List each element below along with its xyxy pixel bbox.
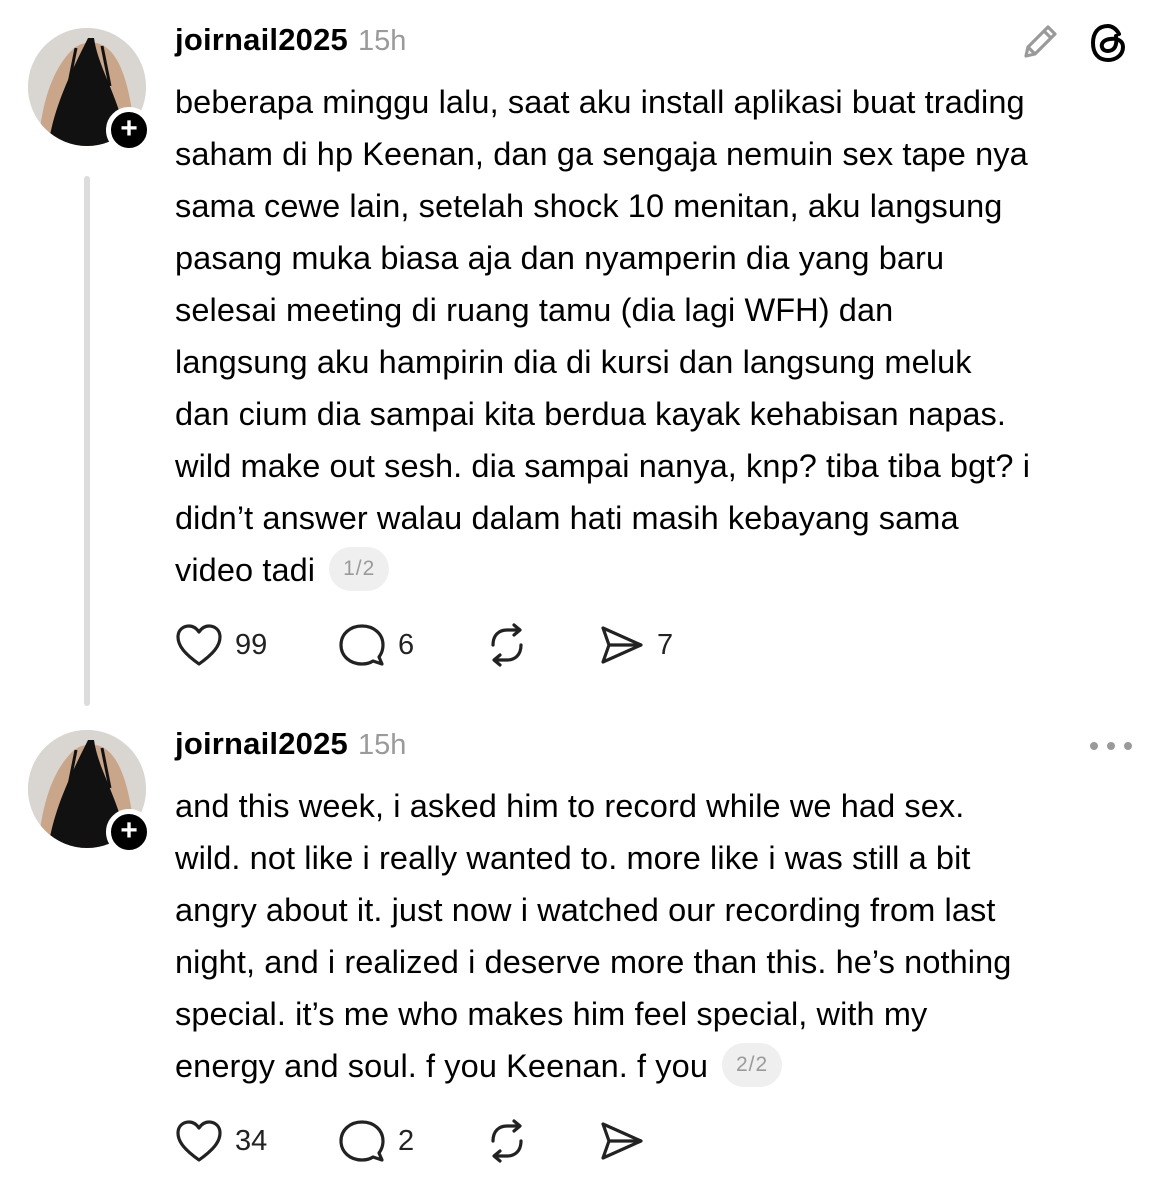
share-button[interactable]: 7 [597, 620, 673, 670]
reply-count: 6 [398, 628, 415, 661]
username[interactable]: joirnail2025 [175, 726, 348, 762]
like-count: 99 [235, 628, 268, 661]
share-count: 7 [657, 628, 674, 661]
reply-button[interactable]: 2 [338, 1116, 414, 1166]
like-button[interactable]: 34 [175, 1116, 267, 1166]
repost-icon [491, 623, 523, 667]
post-text-line: selesai meeting di ruang tamu (dia lagi … [175, 292, 894, 328]
comment-icon [339, 624, 385, 666]
post-text-line: wild make out sesh. dia sampai nanya, kn… [175, 448, 1031, 484]
send-icon [601, 626, 643, 664]
post-text-line: beberapa minggu lalu, saat aku install a… [175, 84, 1025, 120]
share-button[interactable] [597, 1116, 645, 1166]
post-text-line: and this week, i asked him to record whi… [175, 788, 965, 824]
thread-pager-badge: 2/2 [722, 1043, 783, 1088]
post-text: and this week, i asked him to record whi… [175, 780, 1150, 1092]
pencil-icon[interactable] [1018, 20, 1062, 69]
username[interactable]: joirnail2025 [175, 22, 348, 58]
repost-button[interactable] [483, 1116, 531, 1166]
like-button[interactable]: 99 [175, 620, 267, 670]
timestamp: 15h [358, 25, 407, 57]
like-count: 34 [235, 1124, 268, 1157]
repost-icon [491, 1119, 523, 1163]
post-text-line: saham di hp Keenan, dan ga sengaja nemui… [175, 136, 1028, 172]
post-text-line: video tadi [175, 552, 316, 588]
post-text-line: energy and soul. f you Keenan. f you [175, 1048, 708, 1084]
follow-plus-button[interactable]: + [106, 107, 152, 153]
post-text-line: angry about it. just now i watched our r… [175, 892, 996, 928]
post-text-line: didn’t answer walau dalam hati masih keb… [175, 500, 959, 536]
post-text-line: pasang muka biasa aja dan nyamperin dia … [175, 240, 945, 276]
post-text-line-last: video tadi 1/2 [175, 544, 1150, 596]
post-text: beberapa minggu lalu, saat aku install a… [175, 76, 1150, 596]
reply-button[interactable]: 6 [338, 620, 414, 670]
thread-post-2: + joirnail2025 15h and this week, i aske… [0, 700, 1174, 1200]
send-icon [601, 1122, 643, 1160]
threads-logo-icon[interactable] [1086, 20, 1132, 71]
follow-plus-button[interactable]: + [106, 809, 152, 855]
comment-icon [339, 1120, 385, 1162]
post-text-line-last: energy and soul. f you Keenan. f you 2/2 [175, 1040, 1150, 1092]
thread-post-1: + joirnail2025 15h beberapa minggu lalu,… [0, 0, 1174, 706]
heart-icon [176, 1120, 222, 1162]
thread-pager-badge: 1/2 [329, 547, 390, 592]
heart-icon [176, 624, 222, 666]
thread-connector-line [84, 176, 90, 706]
post-text-line: langsung aku hampirin dia di kursi dan l… [175, 344, 972, 380]
repost-button[interactable] [483, 620, 531, 670]
reply-count: 2 [398, 1124, 415, 1157]
post-text-line: sama cewe lain, setelah shock 10 menitan… [175, 188, 1003, 224]
post-text-line: dan cium dia sampai kita berdua kayak ke… [175, 396, 1007, 432]
post-header: joirnail2025 15h [175, 726, 406, 766]
post-text-line: special. it’s me who makes him feel spec… [175, 996, 928, 1032]
more-options-icon[interactable] [1088, 736, 1134, 761]
post-text-line: night, and i realized i deserve more tha… [175, 944, 1012, 980]
post-header: joirnail2025 15h [175, 22, 406, 62]
post-text-line: wild. not like i really wanted to. more … [175, 840, 971, 876]
timestamp: 15h [358, 729, 407, 761]
